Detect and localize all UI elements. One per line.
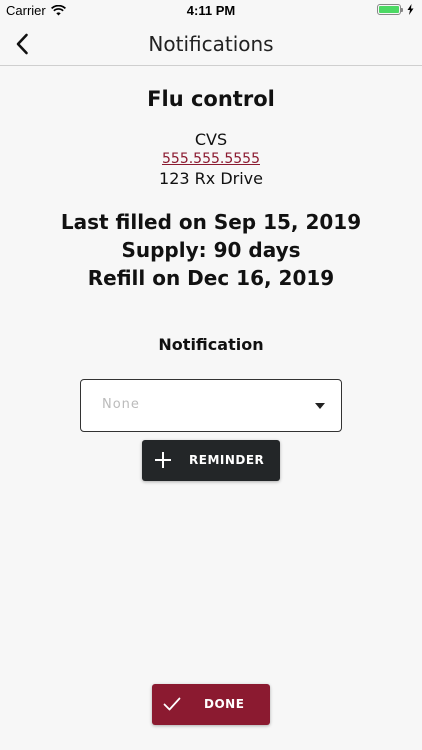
- fill-info: Last filled on Sep 15, 2019 Supply: 90 d…: [0, 208, 422, 292]
- battery-fill: [379, 6, 399, 13]
- pharmacy-phone-link[interactable]: 555.555.5555: [0, 150, 422, 168]
- medication-name: Flu control: [147, 87, 275, 111]
- last-filled-date: Last filled on Sep 15, 2019: [60, 210, 362, 234]
- add-reminder-button[interactable]: REMINDER: [142, 440, 280, 481]
- pharmacy-address: 123 Rx Drive: [159, 169, 263, 188]
- supply-duration: Supply: 90 days: [121, 238, 301, 262]
- battery-indicator: [377, 4, 414, 15]
- charging-bolt-icon: [407, 4, 414, 15]
- checkmark-icon: [163, 697, 181, 711]
- status-time: 4:11 PM: [186, 3, 236, 18]
- pharmacy-name: CVS: [194, 130, 228, 149]
- battery-icon: [377, 4, 403, 15]
- notification-select[interactable]: None: [80, 379, 342, 432]
- refill-date: Refill on Dec 16, 2019: [87, 266, 335, 290]
- notification-label: Notification: [158, 335, 264, 354]
- done-button[interactable]: DONE: [152, 684, 270, 725]
- status-bar: Carrier 4:11 PM: [0, 0, 422, 22]
- plus-icon: [155, 452, 171, 468]
- done-button-label: DONE: [204, 697, 245, 711]
- notification-selected-value: None: [102, 397, 140, 412]
- page-title: Notifications: [148, 32, 274, 56]
- medication-details: Flu control CVS 555.555.5555 123 Rx Driv…: [0, 66, 422, 356]
- reminder-button-label: REMINDER: [189, 453, 265, 467]
- navigation-bar: Notifications: [0, 22, 422, 66]
- caret-down-icon: [315, 403, 325, 409]
